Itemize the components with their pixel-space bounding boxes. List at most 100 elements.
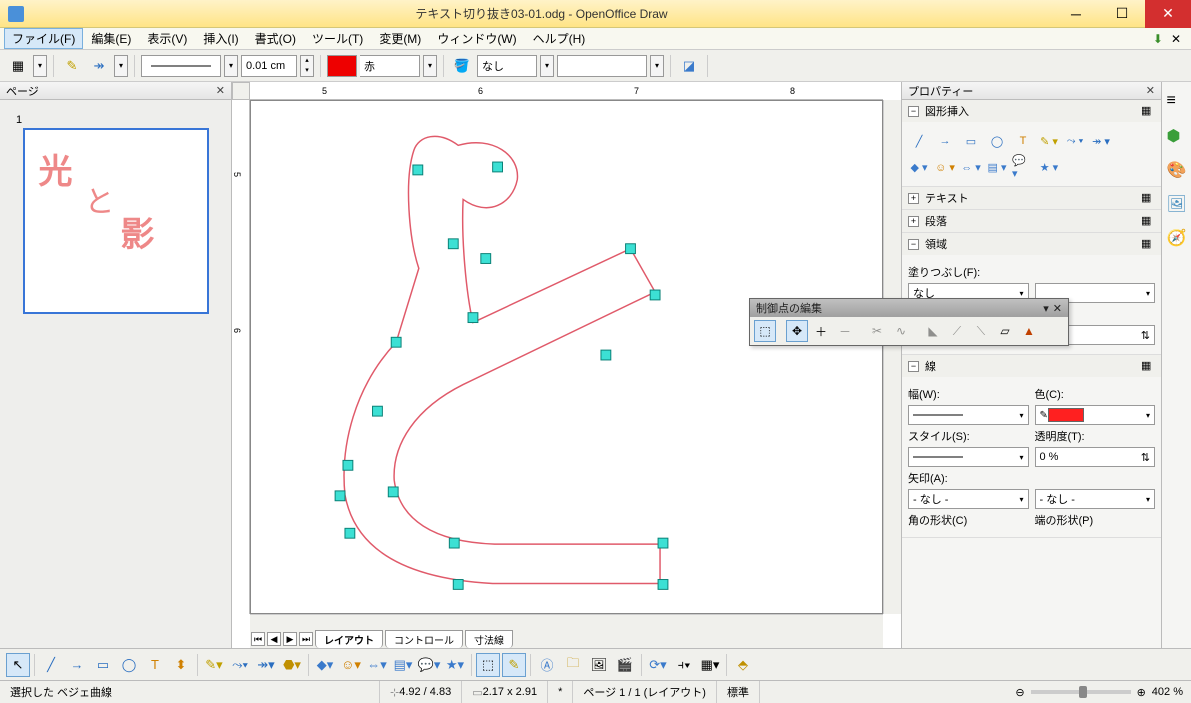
arrange-dropdown[interactable]: ▾ [33,55,47,77]
control-point[interactable] [453,580,463,590]
line-tool-icon[interactable]: ╱ [39,653,63,677]
gallery-tool-icon[interactable]: 🖼 [587,653,611,677]
section-paragraph[interactable]: +段落 ▦ [902,210,1161,232]
line-width-spinner[interactable]: ▴▾ [300,55,314,77]
menu-window[interactable]: ウィンドウ(W) [429,28,524,49]
tab-layout[interactable]: レイアウト [315,630,383,648]
section-more-icon[interactable]: ▦ [1141,191,1155,205]
section-more-icon[interactable]: ▦ [1141,359,1155,373]
close-doc-icon[interactable]: ✕ [1171,32,1181,46]
section-more-icon[interactable]: ▦ [1141,237,1155,251]
fill-bucket-icon[interactable]: 🪣 [450,54,474,78]
smooth-point-icon[interactable]: ⟋ [946,320,968,342]
symmetric-point-icon[interactable]: ⟍ [970,320,992,342]
line-shape-icon[interactable]: ╱ [908,132,930,150]
menu-file[interactable]: ファイル(F) [4,28,83,49]
basic-shapes-icon[interactable]: ◆ ▾ [908,158,930,176]
arrow-tool-icon[interactable]: → [65,653,89,677]
section-text[interactable]: +テキスト ▦ [902,187,1161,209]
callout-icon[interactable]: 💬 ▾ [1012,158,1034,176]
menu-modify[interactable]: 変更(M) [371,28,429,49]
basic-shapes-tool-icon[interactable]: ◆▾ [313,653,337,677]
control-point[interactable] [388,487,398,497]
zoom-value[interactable]: 402 % [1152,686,1183,698]
gallery-tab-icon[interactable]: ⬢ [1167,126,1187,146]
close-bezier-icon[interactable]: ▱ [994,320,1016,342]
properties-tab-icon[interactable]: ≡ [1167,92,1187,112]
tab-next-icon[interactable]: ▶ [283,632,297,646]
menu-view[interactable]: 表示(V) [139,28,195,49]
fill-detail-select[interactable] [557,55,647,77]
video-tool-icon[interactable]: 🎬 [613,653,637,677]
star-tool-icon[interactable]: ★▾ [443,653,467,677]
navigator-tab-icon[interactable]: 🧭 [1167,228,1187,248]
callout-tool-icon[interactable]: 💬▾ [417,653,441,677]
split-curve-icon[interactable]: ✂ [866,320,888,342]
minimize-button[interactable]: ─ [1053,0,1099,28]
control-point[interactable] [650,290,660,300]
menu-insert[interactable]: 挿入(I) [195,28,246,49]
insert-point-icon[interactable]: ＋ [810,320,832,342]
horizontal-scrollbar[interactable] [250,614,883,630]
align-tool-icon[interactable]: ⫞▾ [672,653,696,677]
star-icon[interactable]: ★ ▾ [1038,158,1060,176]
float-dropdown-icon[interactable]: ▾ [1043,302,1049,315]
control-point[interactable] [343,460,353,470]
arrow-shape-icon[interactable]: → [934,132,956,150]
control-point[interactable] [481,254,491,264]
control-point[interactable] [493,162,503,172]
line-width-input[interactable]: 0.01 cm [241,55,297,77]
extrusion-tool-icon[interactable]: ⬘ [731,653,755,677]
shadow-icon[interactable]: ◪ [677,54,701,78]
text-tool-icon[interactable]: T [143,653,167,677]
select-tool-icon[interactable]: ↖ [6,653,30,677]
symbol-tool-icon[interactable]: ☺▾ [339,653,363,677]
control-point[interactable] [658,538,668,548]
menu-help[interactable]: ヘルプ(H) [525,28,594,49]
control-point[interactable] [391,337,401,347]
fill-detail-dropdown[interactable]: ▾ [650,55,664,77]
float-close-icon[interactable]: ✕ [1053,302,1062,315]
eliminate-point-icon[interactable]: ▲ [1018,320,1040,342]
edit-points-icon[interactable]: ⬚ [754,320,776,342]
ellipse-shape-icon[interactable]: ◯ [986,132,1008,150]
control-point[interactable] [448,239,458,249]
edit-points-toolbar[interactable]: 制御点の編集 ▾✕ ⬚ ✥ ＋ － ✂ ∿ ◣ ⟋ ⟍ ▱ ▲ [749,298,1069,346]
drawing-canvas[interactable] [250,100,883,614]
delete-point-icon[interactable]: － [834,320,856,342]
3d-tool-icon[interactable]: ⬣▾ [280,653,304,677]
line-style-dropdown[interactable]: ▾ [224,55,238,77]
line-style-select[interactable] [141,55,221,77]
tab-control[interactable]: コントロール [385,630,463,648]
line-color-select[interactable]: ✎ ▾ [1035,405,1156,425]
pages-panel-close-icon[interactable]: ✕ [216,84,225,97]
zoom-out-icon[interactable]: ⊖ [1015,686,1024,699]
symbol-shapes-icon[interactable]: ☺ ▾ [934,158,956,176]
fontwork-tool-icon[interactable]: Ⓐ [535,653,559,677]
menu-edit[interactable]: 編集(E) [83,28,139,49]
vertical-scrollbar[interactable] [883,100,901,614]
convert-curve-icon[interactable]: ∿ [890,320,912,342]
image-tab-icon[interactable]: 🖼 [1167,194,1187,214]
section-shapes[interactable]: −図形挿入 ▦ [902,100,1161,122]
edit-points-tool-icon[interactable]: ⬚ [476,653,500,677]
tab-dimline[interactable]: 寸法線 [465,630,513,648]
control-point[interactable] [658,580,668,590]
fill-style-select[interactable]: なし [477,55,537,77]
section-line[interactable]: −線 ▦ [902,355,1161,377]
move-point-icon[interactable]: ✥ [786,320,808,342]
line-trans-pct[interactable]: 0 %⇅ [1035,447,1156,467]
control-point[interactable] [468,313,478,323]
line-width-select[interactable]: ▾ [908,405,1029,425]
control-point[interactable] [373,406,383,416]
arrange-tool-icon[interactable]: ▦▾ [698,653,722,677]
curve-tool-icon[interactable]: ✎▾ [202,653,226,677]
close-button[interactable]: ✕ [1145,0,1191,28]
rect-shape-icon[interactable]: ▭ [960,132,982,150]
arrow-end-dropdown[interactable]: ▾ [114,55,128,77]
section-area[interactable]: −領域 ▦ [902,233,1161,255]
download-icon[interactable]: ⬇ [1153,32,1163,46]
zoom-slider[interactable] [1031,690,1131,694]
line-arrow-tool-icon[interactable]: ↠▾ [254,653,278,677]
maximize-button[interactable]: ☐ [1099,0,1145,28]
